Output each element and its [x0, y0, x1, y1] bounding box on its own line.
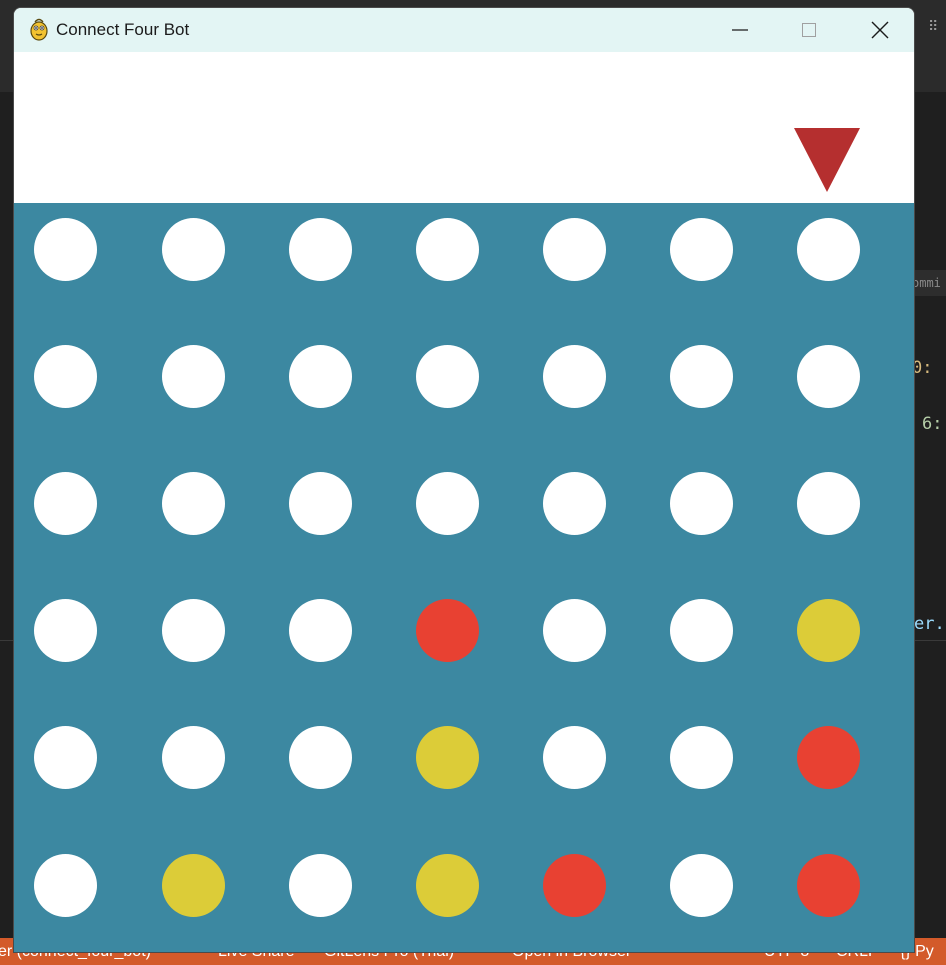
empty-slot[interactable]: [34, 345, 97, 408]
code-fragment: er.: [914, 614, 945, 634]
empty-slot[interactable]: [543, 472, 606, 535]
empty-slot[interactable]: [34, 472, 97, 535]
empty-slot[interactable]: [34, 599, 97, 662]
empty-slot[interactable]: [670, 472, 733, 535]
yellow-disc[interactable]: [416, 726, 479, 789]
commit-fragment: ommi: [912, 270, 946, 296]
yellow-disc[interactable]: [162, 854, 225, 917]
drop-area[interactable]: [14, 52, 914, 203]
empty-slot[interactable]: [162, 599, 225, 662]
red-disc[interactable]: [797, 854, 860, 917]
empty-slot[interactable]: [416, 472, 479, 535]
red-disc[interactable]: [797, 726, 860, 789]
empty-slot[interactable]: [670, 854, 733, 917]
game-board[interactable]: [14, 203, 914, 952]
empty-slot[interactable]: [162, 345, 225, 408]
red-disc[interactable]: [416, 599, 479, 662]
empty-slot[interactable]: [670, 726, 733, 789]
red-disc[interactable]: [543, 854, 606, 917]
empty-slot[interactable]: [289, 345, 352, 408]
empty-slot[interactable]: [543, 218, 606, 281]
empty-slot[interactable]: [543, 726, 606, 789]
empty-slot[interactable]: [797, 345, 860, 408]
minimize-icon: [732, 29, 748, 31]
empty-slot[interactable]: [543, 599, 606, 662]
empty-slot[interactable]: [416, 345, 479, 408]
empty-slot[interactable]: [162, 472, 225, 535]
empty-slot[interactable]: [670, 218, 733, 281]
empty-slot[interactable]: [289, 599, 352, 662]
more-icon[interactable]: ⠿: [928, 19, 942, 40]
yellow-disc[interactable]: [797, 599, 860, 662]
code-fragment: 0:: [912, 358, 933, 378]
empty-slot[interactable]: [34, 218, 97, 281]
maximize-button[interactable]: [779, 8, 839, 52]
empty-slot[interactable]: [289, 726, 352, 789]
game-window: Connect Four Bot: [14, 8, 914, 952]
empty-slot[interactable]: [797, 472, 860, 535]
empty-slot[interactable]: [416, 218, 479, 281]
empty-slot[interactable]: [289, 472, 352, 535]
drop-indicator-icon: [794, 128, 860, 192]
empty-slot[interactable]: [543, 345, 606, 408]
close-icon: [871, 21, 889, 39]
empty-slot[interactable]: [289, 218, 352, 281]
title-bar[interactable]: Connect Four Bot: [14, 8, 914, 52]
maximize-icon: [802, 23, 816, 37]
empty-slot[interactable]: [162, 218, 225, 281]
empty-slot[interactable]: [670, 599, 733, 662]
minimize-button[interactable]: [710, 8, 770, 52]
code-fragment: 6:: [922, 414, 943, 434]
window-title: Connect Four Bot: [56, 20, 190, 39]
pygame-snake-icon: [28, 17, 50, 41]
empty-slot[interactable]: [162, 726, 225, 789]
empty-slot[interactable]: [34, 726, 97, 789]
yellow-disc[interactable]: [416, 854, 479, 917]
close-button[interactable]: [850, 8, 910, 52]
empty-slot[interactable]: [797, 218, 860, 281]
empty-slot[interactable]: [289, 854, 352, 917]
empty-slot[interactable]: [670, 345, 733, 408]
empty-slot[interactable]: [34, 854, 97, 917]
